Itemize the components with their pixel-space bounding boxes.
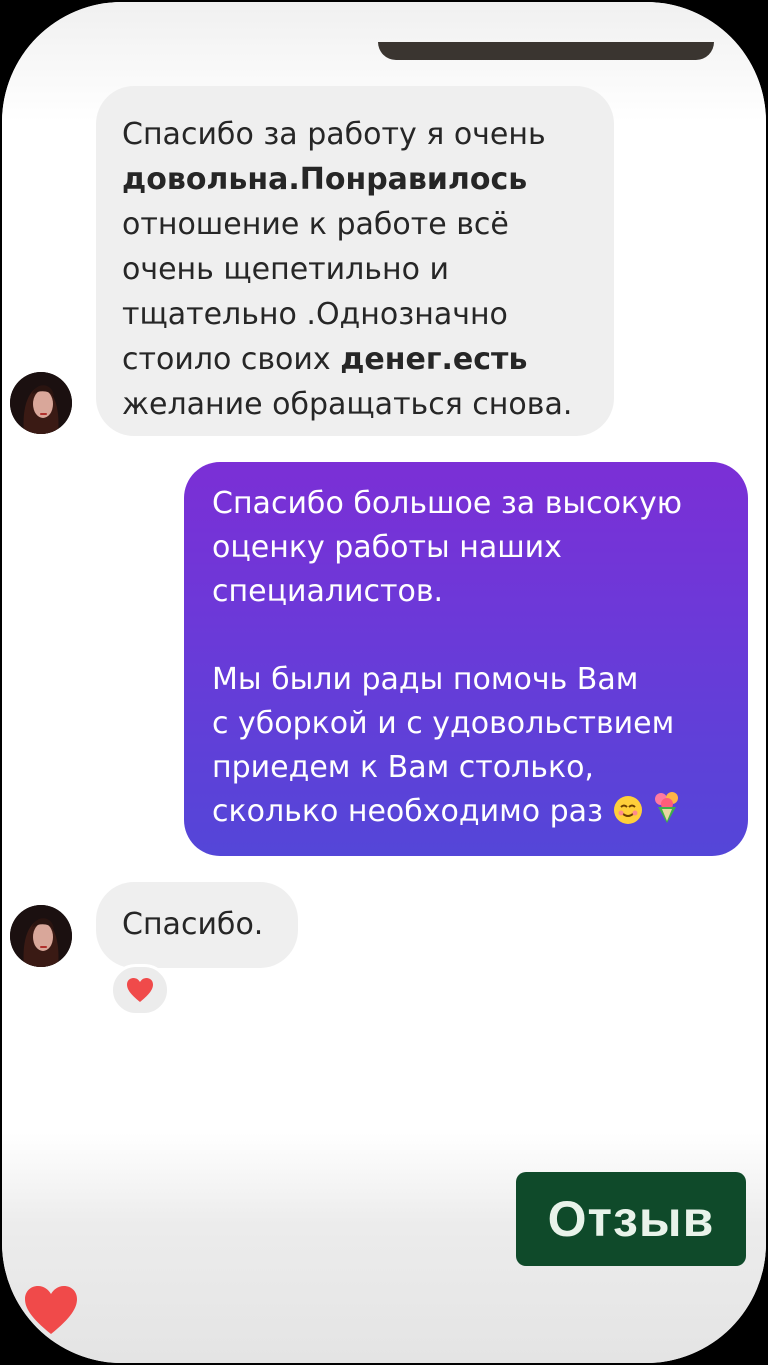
message-line: оценку работы наших: [212, 530, 562, 565]
message-line: стоило своих денег.есть: [122, 342, 528, 377]
message-line: Мы были рады помочь Вам: [212, 662, 639, 697]
like-button[interactable]: [22, 1284, 80, 1340]
message-line: желание обращаться снова.: [122, 387, 573, 422]
previous-message-edge: [378, 42, 714, 60]
review-button[interactable]: Отзыв: [516, 1172, 746, 1266]
sender-avatar[interactable]: [10, 905, 72, 967]
avatar-image: [10, 905, 72, 967]
red-heart-icon: [127, 978, 153, 1002]
message-line: специалистов.: [212, 574, 444, 609]
outgoing-message[interactable]: Спасибо большое за высокую оценку работы…: [184, 462, 748, 856]
smiling-face-icon: [613, 794, 643, 838]
message-line: очень щепетильно и: [122, 252, 449, 287]
sender-avatar[interactable]: [10, 372, 72, 434]
message-line: довольна.Понравилось: [122, 162, 528, 197]
message-line: приедем к Вам столько,: [212, 750, 594, 785]
avatar-image: [10, 372, 72, 434]
message-line: тщательно .Однозначно: [122, 297, 508, 332]
message-line: отношение к работе всё: [122, 207, 509, 242]
chat-screen: Спасибо за работу я очень довольна.Понра…: [2, 2, 766, 1363]
bouquet-icon: [652, 791, 682, 838]
message-line: сколько необходимо раз: [212, 790, 726, 838]
message-line: Спасибо большое за высокую: [212, 486, 683, 521]
phone-frame: Спасибо за работу я очень довольна.Понра…: [0, 0, 768, 1365]
heart-icon: [25, 1286, 77, 1334]
heart-reaction[interactable]: [110, 964, 170, 1016]
incoming-message[interactable]: Спасибо.: [96, 882, 298, 968]
message-line: Спасибо.: [122, 907, 264, 942]
message-line: Спасибо за работу я очень: [122, 117, 546, 152]
message-line: с уборкой и с удовольствием: [212, 706, 675, 741]
incoming-message[interactable]: Спасибо за работу я очень довольна.Понра…: [96, 86, 614, 436]
